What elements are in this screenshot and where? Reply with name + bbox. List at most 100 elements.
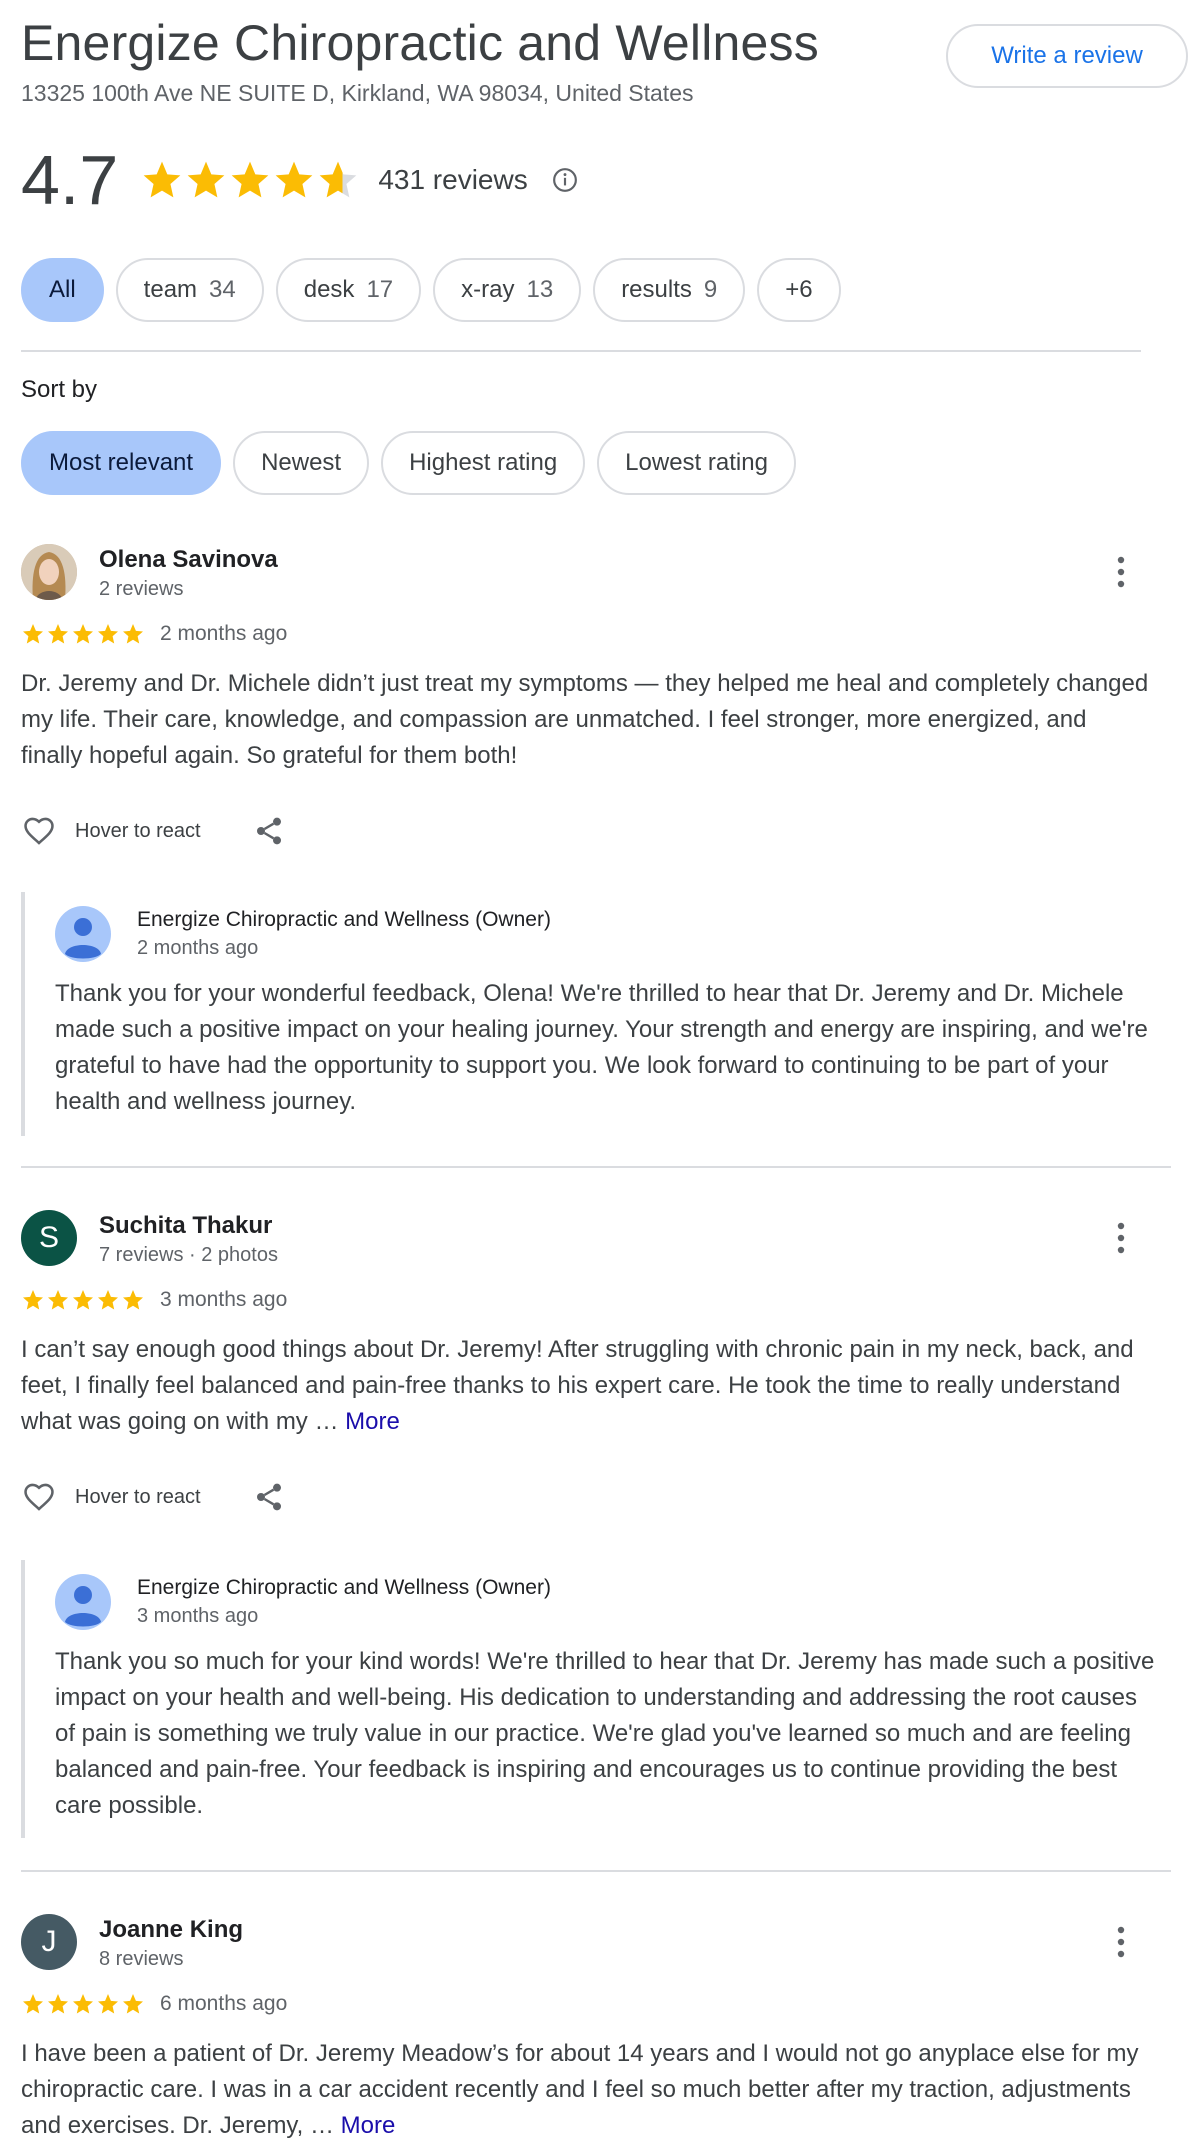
more-link[interactable]: More [341, 2112, 396, 2139]
chip-desk[interactable]: desk 17 [275, 258, 422, 322]
reviewer-meta: 7 reviews · 2 photos [99, 1244, 278, 1266]
review-actions: Hover to react [21, 814, 285, 848]
more-vert-icon[interactable] [1109, 1922, 1133, 1962]
star-icon [275, 161, 313, 198]
chip-label: +6 [785, 276, 813, 303]
share-icon[interactable] [253, 814, 285, 848]
star-icon [73, 1994, 93, 2014]
star-icon [23, 1290, 43, 1310]
avatar-initial: S [38, 1221, 59, 1254]
star-icon [48, 624, 68, 644]
place-address: 13325 100th Ave NE SUITE D, Kirkland, WA… [21, 80, 694, 106]
star-icon [231, 161, 269, 198]
review-body: Dr. Jeremy and Dr. Michele didn’t just t… [21, 670, 1149, 769]
chip-label: x-ray [461, 276, 515, 303]
review-count[interactable]: 431 reviews [378, 164, 527, 196]
star-icon [143, 161, 181, 198]
chip-count: 34 [209, 276, 236, 303]
review-card: Olena Savinova 2 reviews 2 months ago Dr… [21, 544, 1171, 1144]
owner-reply-time: 3 months ago [137, 1605, 259, 1627]
more-vert-icon[interactable] [1109, 1218, 1133, 1258]
review-text: I can’t say enough good things about Dr.… [21, 1332, 1151, 1440]
star-icon [98, 1290, 118, 1310]
more-link[interactable]: More [345, 1408, 400, 1435]
chip-label: desk [303, 276, 355, 303]
chip-all[interactable]: All [21, 258, 104, 322]
react-label: Hover to react [75, 1485, 201, 1508]
owner-reply-text: Thank you for your wonderful feedback, O… [55, 980, 1148, 1115]
star-icon [123, 1290, 143, 1310]
person-avatar-icon [55, 1574, 111, 1630]
star-icon [98, 1994, 118, 2014]
sort-label: Sort by [21, 376, 98, 403]
sort-options: Most relevant Newest Highest rating Lowe… [21, 431, 796, 495]
owner-reply: Energize Chiropractic and Wellness (Owne… [21, 1560, 1155, 1838]
sort-newest[interactable]: Newest [233, 431, 370, 495]
star-icon [23, 624, 43, 644]
owner-reply-text: Thank you so much for your kind words! W… [55, 1648, 1155, 1819]
reviewer-meta: 8 reviews [99, 1948, 184, 1970]
reviewer-name[interactable]: Olena Savinova [99, 546, 278, 574]
review-card: S Suchita Thakur 7 reviews · 2 photos 3 … [21, 1210, 1171, 1850]
reviewer-meta: 2 reviews [99, 578, 184, 600]
owner-name: Energize Chiropractic and Wellness (Owne… [137, 1576, 551, 1599]
chip-label: All [49, 276, 76, 303]
person-avatar-icon [55, 906, 111, 962]
owner-reply-time: 2 months ago [137, 937, 259, 959]
owner-reply: Energize Chiropractic and Wellness (Owne… [21, 892, 1155, 1136]
avatar[interactable] [21, 544, 77, 600]
star-icon [48, 1290, 68, 1310]
topic-chips: All team 34 desk 17 x-ray 13 results 9 +6 [21, 258, 841, 322]
chip-team[interactable]: team 34 [115, 258, 264, 322]
reviewer-name[interactable]: Suchita Thakur [99, 1212, 272, 1240]
divider [21, 350, 1141, 352]
rating-summary: 4.7 431 reviews [21, 140, 578, 220]
divider [21, 1166, 1171, 1168]
star-icon [187, 161, 225, 198]
chip-count: 17 [366, 276, 394, 303]
chip-results[interactable]: results 9 [593, 258, 746, 322]
place-title: Energize Chiropractic and Wellness [21, 15, 819, 71]
review-time: 2 months ago [160, 622, 288, 645]
rating-value: 4.7 [21, 141, 119, 219]
chip-count: 9 [703, 276, 718, 303]
review-text: I have been a patient of Dr. Jeremy Mead… [21, 2036, 1151, 2144]
avatar-initial: J [41, 1925, 57, 1958]
star-icon [73, 624, 93, 644]
avatar[interactable]: S [21, 1210, 77, 1266]
rating-stars [140, 158, 360, 202]
reviewer-photo-icon [21, 544, 77, 600]
star-icon [98, 624, 118, 644]
more-vert-icon[interactable] [1109, 552, 1133, 592]
star-icon [123, 624, 143, 644]
owner-name: Energize Chiropractic and Wellness (Owne… [137, 908, 551, 931]
write-review-button[interactable]: Write a review [946, 24, 1188, 88]
react-label: Hover to react [75, 819, 201, 842]
review-rating: 2 months ago [21, 622, 287, 646]
chip-label: results [621, 276, 692, 303]
review-actions: Hover to react [21, 1480, 285, 1514]
review-body: I have been a patient of Dr. Jeremy Mead… [21, 2040, 1139, 2139]
sort-most-relevant[interactable]: Most relevant [21, 431, 222, 495]
heart-icon[interactable] [21, 1480, 57, 1514]
chip-label: team [143, 276, 198, 303]
divider [21, 1870, 1171, 1872]
reviewer-name[interactable]: Joanne King [99, 1916, 243, 1944]
star-half-icon [319, 161, 357, 198]
info-icon[interactable] [552, 167, 578, 193]
chip-x-ray[interactable]: x-ray 13 [433, 258, 582, 322]
share-icon[interactable] [253, 1480, 285, 1514]
sort-highest-rating[interactable]: Highest rating [381, 431, 586, 495]
avatar[interactable]: J [21, 1914, 77, 1970]
review-body: I can’t say enough good things about Dr.… [21, 1336, 1134, 1435]
star-icon [23, 1994, 43, 2014]
review-text: Dr. Jeremy and Dr. Michele didn’t just t… [21, 666, 1151, 774]
review-rating: 6 months ago [21, 1992, 287, 2016]
star-icon [73, 1290, 93, 1310]
review-time: 6 months ago [160, 1992, 288, 2015]
chip-more-topics[interactable]: +6 [757, 258, 841, 322]
heart-icon[interactable] [21, 814, 57, 848]
chip-count: 13 [526, 276, 554, 303]
sort-lowest-rating[interactable]: Lowest rating [597, 431, 796, 495]
star-icon [123, 1994, 143, 2014]
